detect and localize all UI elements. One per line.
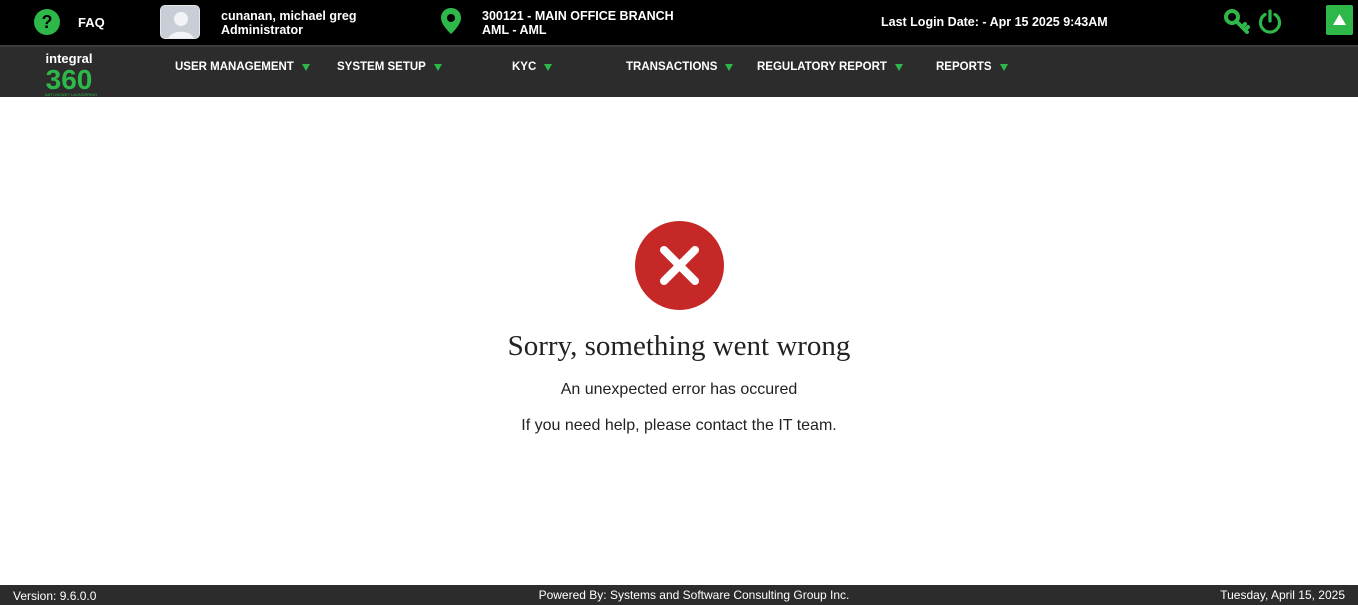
error-help-text: If you need help, please contact the IT … [521,417,837,434]
nav-regulatory-report[interactable]: REGULATORY REPORT [757,61,903,73]
branch-info: 300121 - MAIN OFFICE BRANCH AML - AML [482,9,674,37]
user-role: Administrator [221,23,303,37]
top-bar: ? FAQ cunanan, michael greg Administrato… [0,0,1358,45]
caret-down-icon [725,63,734,71]
user-avatar[interactable] [160,5,200,39]
svg-text:?: ? [42,12,53,32]
caret-down-icon [433,63,442,71]
logo-tagline: ANTI-MONEY LAUNDERING [45,92,97,97]
faq-link[interactable]: FAQ [78,15,105,30]
question-circle-icon[interactable]: ? [33,8,61,36]
caret-down-icon [999,63,1008,71]
nav-reports[interactable]: REPORTS [936,61,1008,73]
main-navbar: integral 360 ANTI-MONEY LAUNDERING USER … [0,45,1358,97]
nav-label: REGULATORY REPORT [757,61,887,73]
error-x-icon [635,221,724,310]
caret-down-icon [544,63,553,71]
user-name: cunanan, michael greg [221,9,357,23]
caret-down-icon [894,63,903,71]
nav-kyc[interactable]: KYC [512,61,553,73]
nav-label: REPORTS [936,61,992,73]
nav-label: USER MANAGEMENT [175,61,294,73]
nav-label: KYC [512,61,537,73]
branch-module: AML - AML [482,23,547,37]
logo-line2: 360 [46,64,93,95]
last-login-date: Last Login Date: - Apr 15 2025 9:43AM [881,15,1108,29]
arrow-up-icon [1333,14,1346,25]
location-pin-icon [440,7,462,35]
user-info: cunanan, michael greg Administrator [221,9,356,37]
integral360-logo[interactable]: integral 360 ANTI-MONEY LAUNDERING [36,50,108,98]
nav-label: TRANSACTIONS [626,61,718,73]
nav-system-setup[interactable]: SYSTEM SETUP [337,61,442,73]
footer: Version: 9.6.0.0 Powered By: Systems and… [0,585,1358,605]
branch-name: 300121 - MAIN OFFICE BRANCH [482,9,674,23]
scroll-top-button[interactable] [1326,5,1353,35]
key-icon[interactable] [1224,9,1250,35]
caret-down-icon [301,63,310,71]
error-title: Sorry, something went wrong [507,330,851,362]
nav-user-management[interactable]: USER MANAGEMENT [175,61,310,73]
error-subtitle: An unexpected error has occured [560,381,798,398]
nav-transactions[interactable]: TRANSACTIONS [626,61,734,73]
powered-by-text: Powered By: Systems and Software Consult… [538,588,850,602]
nav-label: SYSTEM SETUP [337,61,426,73]
footer-date: Tuesday, April 15, 2025 [1220,588,1345,602]
power-icon[interactable] [1257,9,1283,35]
